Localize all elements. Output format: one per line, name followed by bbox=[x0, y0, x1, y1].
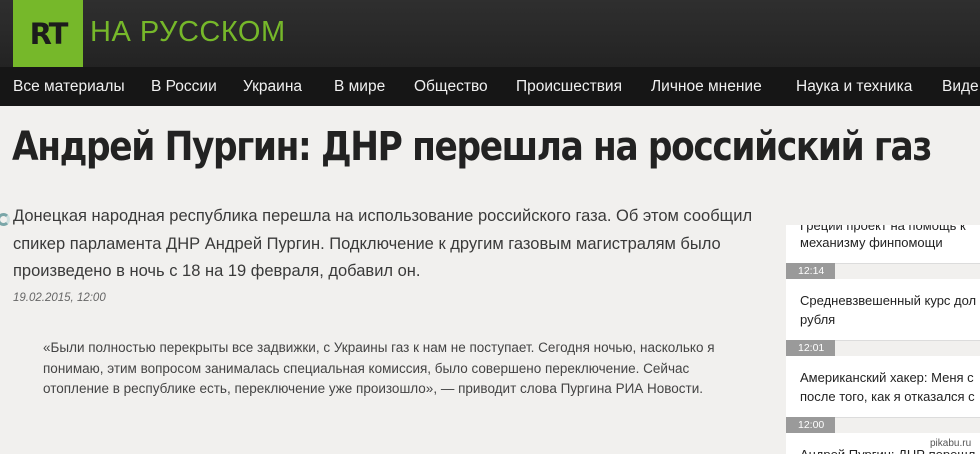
news-feed-sidebar: Греции проект на помощь к механизму финп… bbox=[786, 225, 980, 454]
nav-item-society[interactable]: Общество bbox=[414, 67, 488, 106]
nav-item-incidents[interactable]: Происшествия bbox=[516, 67, 622, 106]
article-quote: «Были полностью перекрыты все задвижки, … bbox=[43, 340, 715, 396]
time-badge: 12:01 bbox=[786, 340, 835, 356]
main-nav: Все материалы В России Украина В мире Об… bbox=[0, 67, 980, 106]
news-title-line: рубля bbox=[800, 312, 836, 327]
loading-spinner-icon bbox=[0, 213, 10, 226]
nav-item-all[interactable]: Все материалы bbox=[13, 67, 125, 106]
news-title-line: Средневзвешенный курс дол bbox=[800, 293, 977, 308]
nav-item-opinion[interactable]: Личное мнение bbox=[651, 67, 762, 106]
news-title-line: механизму финпомощи bbox=[800, 235, 943, 250]
watermark: pikabu.ru bbox=[930, 438, 972, 449]
rt-logo[interactable]: RT bbox=[13, 0, 83, 67]
site-header: RT НА РУССКОМ bbox=[0, 0, 980, 67]
logo-text: RT bbox=[29, 16, 69, 51]
article-lead: Донецкая народная республика перешла на … bbox=[13, 207, 753, 280]
time-badge: 12:00 bbox=[786, 417, 835, 433]
news-item[interactable]: Американский хакер: Меня с после того, к… bbox=[786, 356, 980, 417]
nav-item-world[interactable]: В мире bbox=[334, 67, 385, 106]
time-badge: 12:14 bbox=[786, 263, 835, 279]
nav-item-video[interactable]: Виде bbox=[942, 67, 979, 106]
news-title-line: после того, как я отказался с bbox=[800, 389, 975, 404]
news-title-line: Американский хакер: Меня с bbox=[800, 370, 974, 385]
article-date: 19.02.2015, 12:00 bbox=[13, 292, 106, 304]
news-item[interactable]: Средневзвешенный курс дол рубля bbox=[786, 279, 980, 340]
nav-item-science[interactable]: Наука и техника bbox=[796, 67, 912, 106]
news-item[interactable]: Греции проект на помощь к механизму финп… bbox=[786, 225, 980, 263]
nav-item-russia[interactable]: В России bbox=[151, 67, 217, 106]
nav-item-ukraine[interactable]: Украина bbox=[243, 67, 302, 106]
article-headline: Андрей Пургин: ДНР перешла на российский… bbox=[12, 124, 932, 170]
site-name[interactable]: НА РУССКОМ bbox=[90, 16, 286, 49]
